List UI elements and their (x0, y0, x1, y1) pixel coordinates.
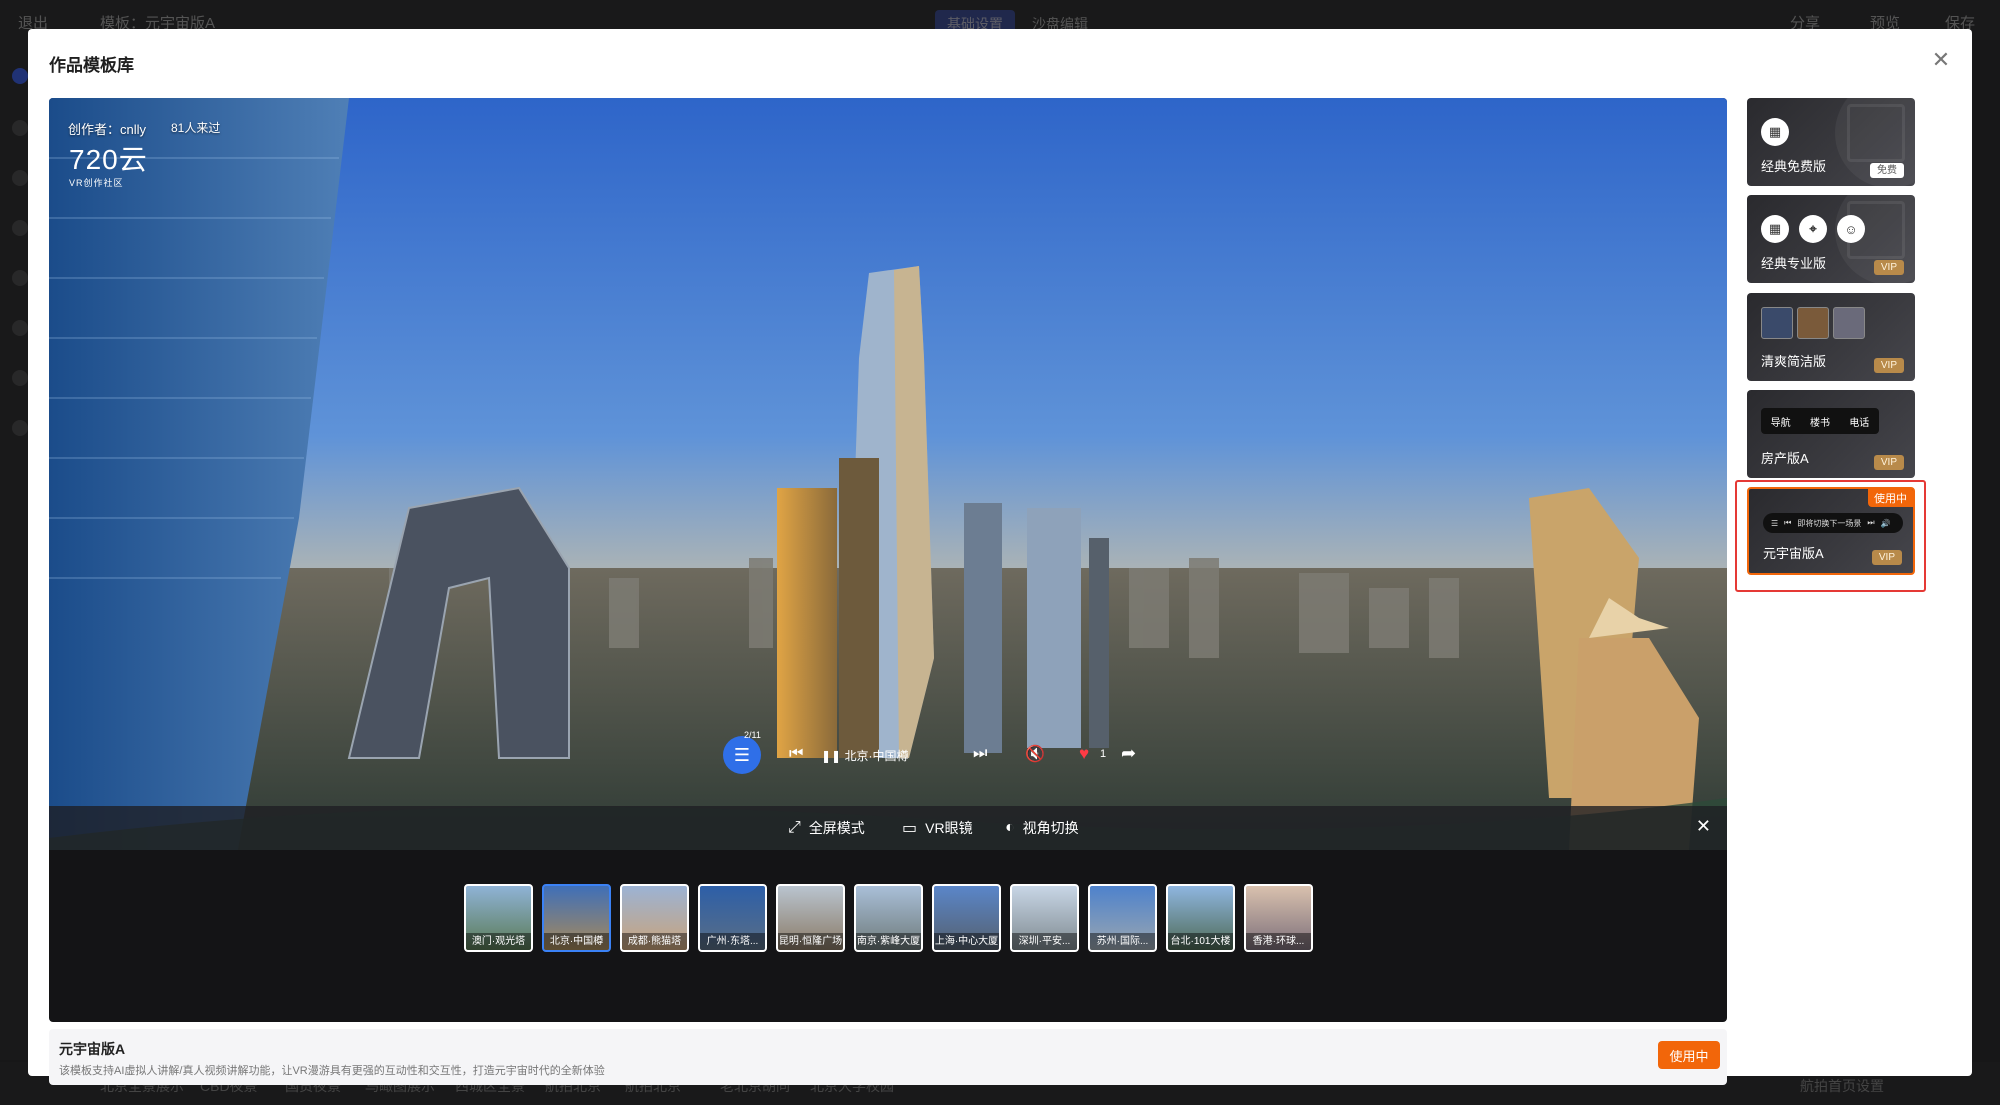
thumbnail-label: 上海·中心大厦 (934, 933, 999, 950)
next-icon: ⏭ (1867, 518, 1875, 527)
menu-icon: ☰ (1771, 518, 1779, 528)
card-icons: ▦ ⌖ ☺ (1761, 215, 1865, 243)
thumbnail-label: 台北·101大楼 (1168, 933, 1233, 950)
previous-icon: ⏮ (1784, 518, 1792, 527)
map-pin-icon: ⌖ (1799, 215, 1827, 243)
fullscreen-icon: ⤢ (788, 819, 801, 836)
vip-badge: VIP (1873, 358, 1904, 373)
vr-glasses-icon: ▭ (902, 820, 918, 837)
creator-label: 创作者：cnlly (68, 122, 147, 137)
template-card-name: 清爽简洁版 (1761, 354, 1827, 369)
template-library-modal: 作品模板库 ✕ 创作者：cnlly 81人来过 720云 VR创作社区 ☰ 2/… (28, 29, 1972, 1085)
close-controls-icon[interactable]: ✕ (1696, 816, 1711, 837)
logo-subtext: VR创作社区 (69, 178, 124, 188)
playlist-count: 2/11 (744, 730, 761, 740)
thumbnail-label: 澳门·观光塔 (466, 933, 531, 950)
fullscreen-label: 全屏模式 (808, 820, 865, 836)
next-icon[interactable]: ⏭ (973, 745, 987, 763)
thumbnail-label: 南京·紫峰大厦 (856, 933, 921, 950)
thumbnail-label: 成都·熊猫塔 (622, 933, 687, 950)
nav-label: 楼书 (1809, 417, 1830, 429)
scene-thumbnail[interactable]: 台北·101大楼 (1166, 884, 1235, 952)
scene-thumbnail[interactable]: 香港·环球... (1244, 884, 1313, 952)
vip-badge: VIP (1873, 455, 1904, 470)
pause-icon[interactable]: ❚❚ (821, 749, 844, 763)
robot-icon: ☺ (1837, 215, 1865, 243)
template-name: 元宇宙版A (59, 1041, 126, 1057)
scene-thumbnail[interactable]: 昆明·恒隆广场 (776, 884, 845, 952)
template-card-classic-free[interactable]: ▦ 经典免费版 免费 (1747, 98, 1915, 186)
thumbnail-label: 广州·东塔... (700, 933, 765, 950)
view-controls-bar: ⤢ 全屏模式 ▭ VR眼镜 ◐ 视角切换 ✕ (49, 806, 1727, 850)
scene-thumbnail[interactable]: 苏州·国际... (1088, 884, 1157, 952)
mute-icon[interactable]: 🔇 (1025, 744, 1045, 764)
scene-thumbnail[interactable]: 上海·中心大厦 (932, 884, 1001, 952)
vr-glasses-button[interactable]: ▭ VR眼镜 (902, 818, 973, 838)
close-icon[interactable]: ✕ (1928, 47, 1954, 73)
vr-glasses-label: VR眼镜 (925, 820, 973, 836)
scene-thumbnail[interactable]: 深圳·平安... (1010, 884, 1079, 952)
fullscreen-button[interactable]: ⤢ 全屏模式 (788, 818, 865, 838)
view-switch-button[interactable]: ◐ 视角切换 (1005, 818, 1079, 838)
template-card-name: 经典专业版 (1761, 256, 1827, 271)
mini-nav: 导航 楼书 电话 (1761, 408, 1879, 434)
like-count: 1 (1100, 748, 1107, 760)
mini-thumbnails (1761, 307, 1865, 339)
logo-text: 720云 (69, 144, 148, 175)
visitor-count: 81人来过 (171, 121, 221, 135)
view-switch-label: 视角切换 (1022, 820, 1079, 836)
template-card-name: 元宇宙版A (1763, 546, 1824, 561)
scene-thumbnail[interactable]: 成都·熊猫塔 (620, 884, 689, 952)
previous-icon[interactable]: ⏮ (789, 745, 803, 763)
template-card-name: 房产版A (1761, 451, 1809, 466)
volume-icon: 🔊 (1880, 518, 1891, 528)
in-use-tag: 使用中 (1868, 489, 1913, 507)
scene-thumbnail[interactable]: 广州·东塔... (698, 884, 767, 952)
in-use-button[interactable]: 使用中 (1658, 1041, 1720, 1069)
card-icons: ▦ (1761, 118, 1789, 146)
template-card-realestate-a[interactable]: 导航 楼书 电话 房产版A VIP (1747, 390, 1915, 478)
thumbnail-label: 深圳·平安... (1012, 933, 1077, 950)
thumbnail-label: 昆明·恒隆广场 (778, 933, 843, 950)
brand-logo: 720云 VR创作社区 (69, 146, 148, 189)
template-description: 该模板支持AI虚拟人讲解/真人视频讲解功能，让VR漫游具有更强的互动性和交互性，… (59, 1065, 605, 1077)
audio-player-bar: ☰ 2/11 ⏮ ❚❚ 北京·中国樽 ⏭ 🔇 ♥ 1 ➦ (49, 730, 1727, 776)
mini-player: ☰ ⏮ 即将切换下一场景 ⏭ 🔊 (1763, 513, 1903, 533)
template-card-clean[interactable]: 清爽简洁版 VIP (1747, 293, 1915, 381)
scene-thumbnail[interactable]: 澳门·观光塔 (464, 884, 533, 952)
nav-label: 电话 (1849, 417, 1870, 429)
view-switch-icon: ◐ (1005, 819, 1015, 836)
mini-player-text: 即将切换下一场景 (1797, 518, 1862, 528)
template-card-classic-pro[interactable]: ▦ ⌖ ☺ 经典专业版 VIP (1747, 195, 1915, 283)
nav-label: 导航 (1770, 417, 1791, 429)
vip-badge: VIP (1871, 550, 1902, 565)
panorama-view[interactable]: 创作者：cnlly 81人来过 720云 VR创作社区 ☰ 2/11 ⏮ ❚❚ … (49, 98, 1727, 850)
scene-thumbnail[interactable]: 北京·中国樽 (542, 884, 611, 952)
like-icon[interactable]: ♥ (1079, 744, 1089, 764)
vip-badge: VIP (1873, 260, 1904, 275)
thumbnail-label: 北京·中国樽 (544, 933, 609, 950)
grid-icon: ▦ (1761, 118, 1789, 146)
track-title: 北京·中国樽 (844, 749, 909, 763)
template-info-bar: 元宇宙版A 该模板支持AI虚拟人讲解/真人视频讲解功能，让VR漫游具有更强的互动… (49, 1029, 1727, 1085)
card-decoration (1847, 104, 1905, 162)
thumbnail-label: 苏州·国际... (1090, 933, 1155, 950)
template-card-name: 经典免费版 (1761, 159, 1827, 174)
share-icon[interactable]: ➦ (1121, 743, 1136, 764)
template-card-metaverse-a[interactable]: 使用中 ☰ ⏮ 即将切换下一场景 ⏭ 🔊 元宇宙版A VIP (1747, 487, 1915, 575)
grid-icon: ▦ (1761, 215, 1789, 243)
thumbnail-label: 香港·环球... (1246, 933, 1311, 950)
scene-thumbnail-strip: 澳门·观光塔 北京·中国樽 成都·熊猫塔 广州·东塔... 昆明·恒隆广场 南京… (464, 884, 1313, 952)
current-track: ❚❚ 北京·中国樽 (821, 747, 908, 764)
modal-title: 作品模板库 (49, 56, 134, 75)
template-preview: 创作者：cnlly 81人来过 720云 VR创作社区 ☰ 2/11 ⏮ ❚❚ … (49, 98, 1727, 1022)
scene-thumbnail[interactable]: 南京·紫峰大厦 (854, 884, 923, 952)
playlist-icon[interactable]: ☰ (723, 736, 761, 774)
free-badge: 免费 (1870, 163, 1904, 178)
